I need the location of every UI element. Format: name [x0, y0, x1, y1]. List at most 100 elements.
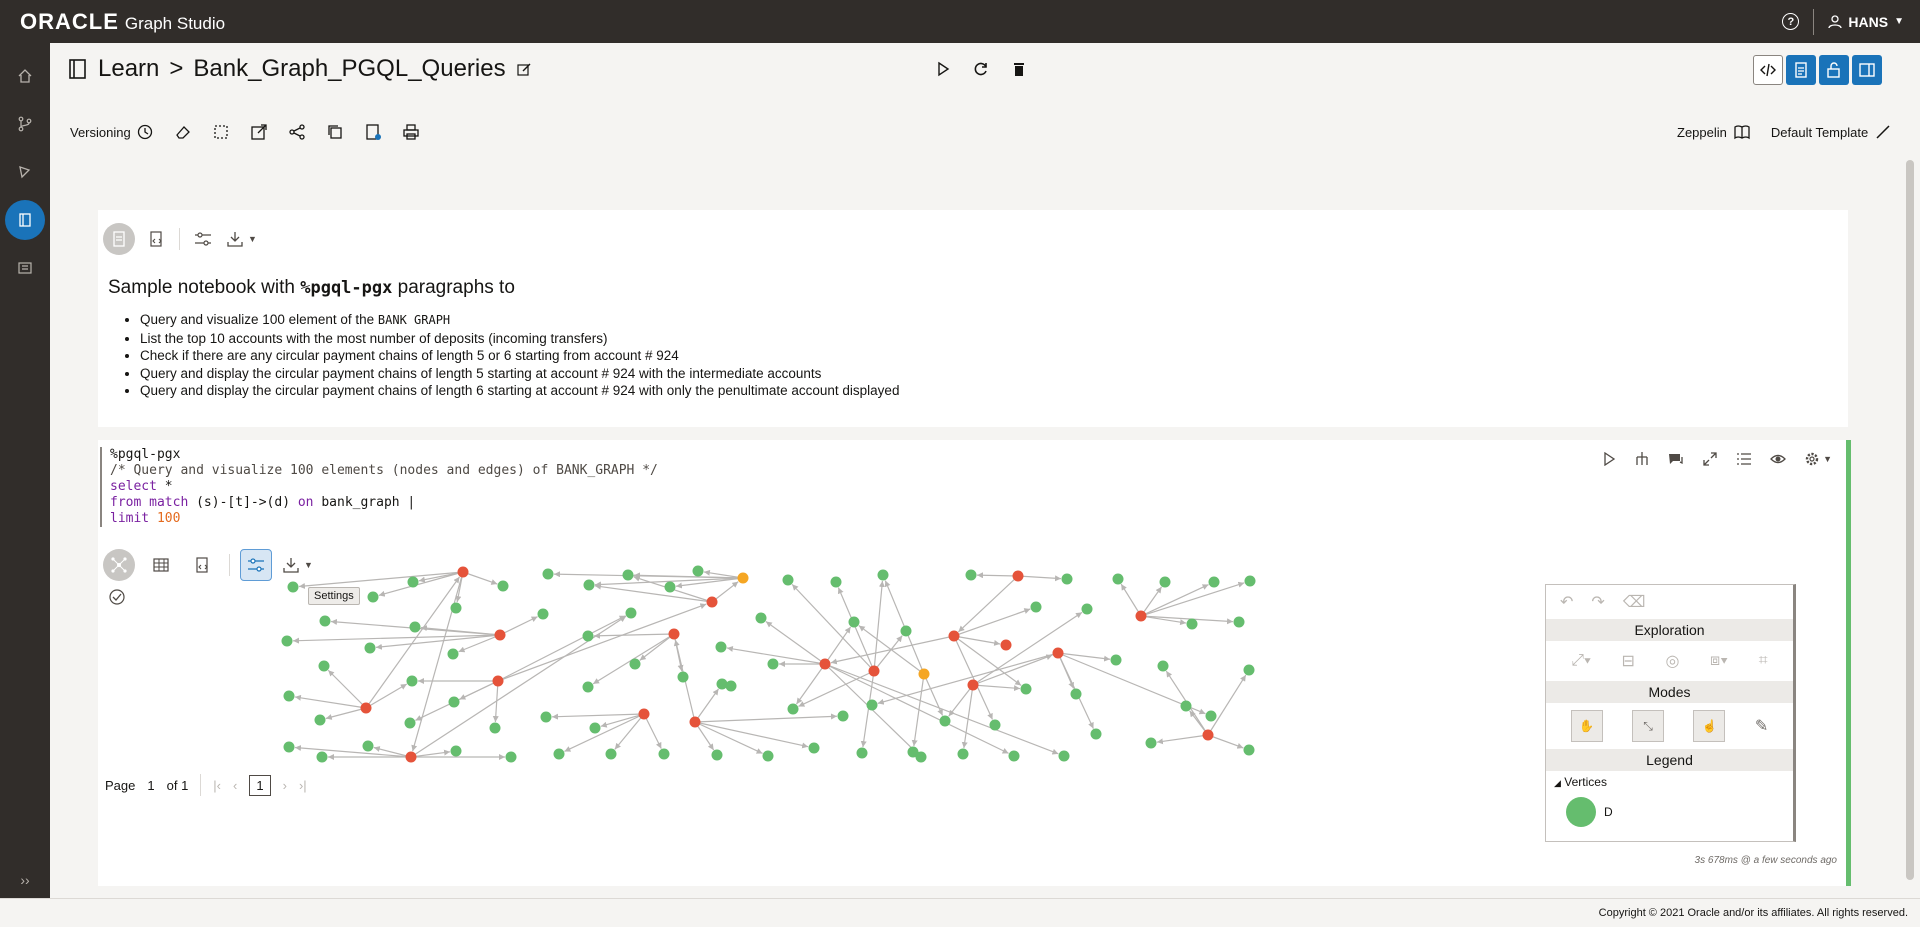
clone-icon[interactable]: [326, 123, 344, 141]
graph-edge[interactable]: [294, 694, 367, 709]
brand-logo[interactable]: ORACLE Graph Studio: [20, 9, 225, 35]
check-circle-icon[interactable]: [108, 588, 126, 606]
graph-node[interactable]: [540, 711, 552, 723]
graph-node[interactable]: [848, 616, 860, 628]
graph-node[interactable]: [1030, 601, 1042, 613]
graph-node[interactable]: [405, 751, 417, 763]
graph-edge[interactable]: [365, 683, 408, 709]
graph-node[interactable]: [404, 717, 416, 729]
graph-node[interactable]: [314, 714, 326, 726]
graph-node[interactable]: [725, 680, 737, 692]
sliders-icon[interactable]: [194, 231, 212, 247]
document-view-button[interactable]: [1786, 55, 1816, 85]
graph-node[interactable]: [1159, 576, 1171, 588]
graph-edge[interactable]: [953, 635, 994, 720]
graph-node[interactable]: [664, 581, 676, 593]
graph-node[interactable]: [629, 658, 641, 670]
graph-node[interactable]: [1000, 639, 1012, 651]
user-menu[interactable]: HANS ▼: [1828, 14, 1904, 30]
graph-node[interactable]: [967, 679, 979, 691]
panel-toggle-button[interactable]: [1852, 55, 1882, 85]
focus-icon[interactable]: ◎: [1665, 651, 1679, 671]
eye-icon[interactable]: [1770, 451, 1786, 467]
graph-node[interactable]: [715, 641, 727, 653]
graph-node[interactable]: [489, 722, 501, 734]
group-icon[interactable]: ⧈▾: [1710, 652, 1728, 670]
graph-edge[interactable]: [593, 632, 675, 639]
graph-view-button[interactable]: [103, 549, 135, 581]
first-page-icon[interactable]: |‹: [213, 778, 221, 793]
eraser-icon[interactable]: ⌫: [1623, 592, 1646, 612]
graph-node[interactable]: [755, 612, 767, 624]
graph-edge[interactable]: [795, 663, 826, 705]
graph-node[interactable]: [711, 749, 723, 761]
graph-node[interactable]: [1058, 750, 1070, 762]
graph-edge[interactable]: [972, 654, 1053, 686]
list-icon[interactable]: [1736, 451, 1752, 467]
graph-edge[interactable]: [325, 707, 367, 720]
graph-edge[interactable]: [365, 576, 461, 709]
graph-node[interactable]: [364, 642, 376, 654]
graph-edge[interactable]: [873, 580, 885, 672]
next-page-icon[interactable]: ›: [283, 778, 287, 793]
graph-node[interactable]: [457, 566, 469, 578]
graph-edge[interactable]: [972, 684, 1021, 692]
graph-node[interactable]: [692, 565, 704, 577]
help-icon[interactable]: ?: [1782, 13, 1800, 30]
graph-node[interactable]: [318, 660, 330, 672]
graph-node[interactable]: [965, 569, 977, 581]
graph-edge[interactable]: [873, 635, 903, 672]
graph-edge[interactable]: [639, 633, 675, 661]
graph-edge[interactable]: [564, 713, 645, 752]
graph-edge[interactable]: [1140, 615, 1234, 625]
graph-visualization[interactable]: [198, 560, 1318, 770]
graph-edge[interactable]: [765, 621, 826, 665]
graph-node[interactable]: [837, 710, 849, 722]
graph-node[interactable]: [367, 591, 379, 603]
graph-node[interactable]: [819, 658, 831, 670]
graph-node[interactable]: [668, 628, 680, 640]
graph-node[interactable]: [542, 568, 554, 580]
legend-item[interactable]: D: [1546, 797, 1793, 827]
notebook-settings-icon[interactable]: [364, 123, 382, 141]
graph-edge[interactable]: [694, 713, 838, 723]
graph-edge[interactable]: [643, 713, 662, 749]
graph-edge[interactable]: [1120, 583, 1142, 617]
graph-node[interactable]: [787, 703, 799, 715]
graph-edge[interactable]: [1207, 734, 1244, 749]
graph-edge[interactable]: [411, 571, 464, 752]
nav-graphs[interactable]: [0, 152, 50, 192]
graph-node[interactable]: [989, 719, 1001, 731]
graph-node[interactable]: [1243, 744, 1255, 756]
graph-node[interactable]: [287, 581, 299, 593]
print-icon[interactable]: [402, 123, 420, 141]
graph-node[interactable]: [1090, 728, 1102, 740]
prev-page-icon[interactable]: ‹: [233, 778, 237, 793]
graph-node[interactable]: [737, 572, 749, 584]
graph-node[interactable]: [918, 668, 930, 680]
undo-icon[interactable]: ↶: [1560, 592, 1573, 612]
graph-edge[interactable]: [824, 663, 1059, 755]
graph-node[interactable]: [283, 741, 295, 753]
graph-edge[interactable]: [327, 669, 367, 709]
graph-node[interactable]: [319, 615, 331, 627]
graph-node[interactable]: [1110, 654, 1122, 666]
graph-node[interactable]: [553, 748, 565, 760]
breadcrumb-folder[interactable]: Learn: [98, 55, 159, 83]
graph-node[interactable]: [605, 748, 617, 760]
delete-icon[interactable]: [1011, 61, 1027, 77]
clear-output-icon[interactable]: [212, 123, 230, 141]
graph-edge[interactable]: [594, 583, 713, 603]
graph-edge[interactable]: [830, 635, 955, 665]
share-icon[interactable]: [288, 123, 306, 141]
export-icon[interactable]: [250, 123, 268, 141]
graph-node[interactable]: [706, 596, 718, 608]
graph-node[interactable]: [1112, 573, 1124, 585]
graph-node[interactable]: [1020, 683, 1032, 695]
graph-node[interactable]: [409, 621, 421, 633]
edit-icon[interactable]: [516, 61, 532, 77]
graph-node[interactable]: [494, 629, 506, 641]
graph-edge[interactable]: [551, 713, 645, 720]
graph-node[interactable]: [582, 630, 594, 642]
run-all-icon[interactable]: [935, 61, 951, 77]
